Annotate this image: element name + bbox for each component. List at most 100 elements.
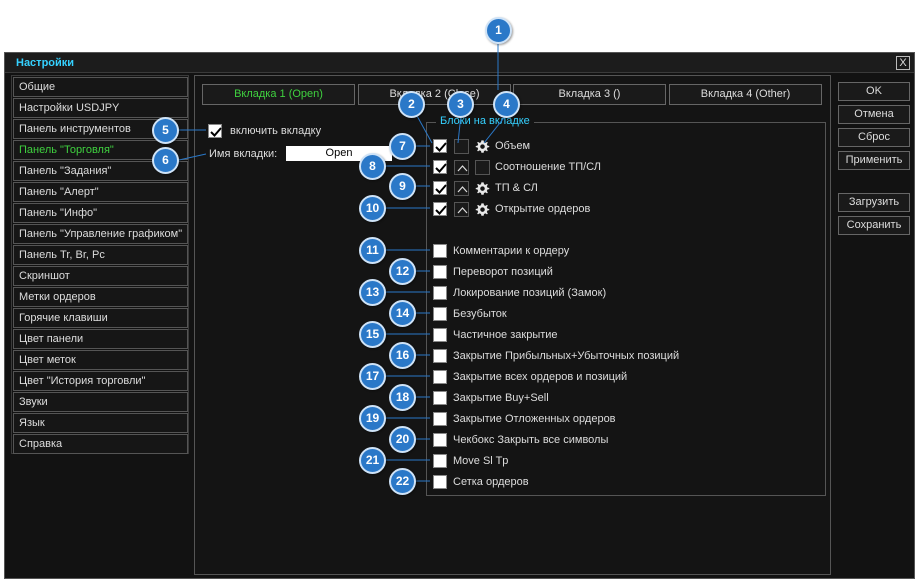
callout-7: 7 (389, 133, 416, 160)
tab-1[interactable]: Вкладка 1 (Open) (202, 84, 355, 105)
move-up-button-volume[interactable] (454, 139, 469, 154)
callout-8: 8 (359, 153, 386, 180)
block-checkbox-close-pending[interactable] (433, 412, 447, 426)
main-panel: Вкладка 1 (Open) Вкладка 2 (Close) Вклад… (194, 75, 831, 575)
move-up-button-tp-sl[interactable] (454, 181, 469, 196)
settings-window: Настройки X Общие Настройки USDJPY Панел… (4, 52, 915, 579)
block-label-close-all-symbols: Чекбокс Закрыть все символы (453, 434, 609, 446)
apply-button[interactable]: Применить (838, 151, 910, 170)
gear-icon[interactable] (475, 139, 490, 154)
block-checkbox-move-sl-tp[interactable] (433, 454, 447, 468)
menu-item-chart-control-panel[interactable]: Панель "Управление графиком" (13, 224, 188, 244)
cancel-button[interactable]: Отмена (838, 105, 910, 124)
menu-item-help[interactable]: Справка (13, 434, 188, 454)
chevron-up-icon (457, 207, 468, 214)
block-checkbox-order-comments[interactable] (433, 244, 447, 258)
callout-4: 4 (493, 91, 520, 118)
block-label-open-orders: Открытие ордеров (495, 203, 591, 215)
callout-19: 19 (359, 405, 386, 432)
callout-14: 14 (389, 300, 416, 327)
block-checkbox-volume[interactable] (433, 139, 447, 153)
menu-item-sounds[interactable]: Звуки (13, 392, 188, 412)
block-checkbox-open-orders[interactable] (433, 202, 447, 216)
block-label-partial-close: Частичное закрытие (453, 329, 558, 341)
block-label-move-sl-tp: Move Sl Tp (453, 455, 509, 467)
callout-22: 22 (389, 468, 416, 495)
move-up-button-tp-sl-ratio[interactable] (454, 160, 469, 175)
load-button[interactable]: Загрузить (838, 193, 910, 212)
chevron-up-icon (457, 165, 468, 172)
callout-21: 21 (359, 447, 386, 474)
block-label-lock-positions: Локирование позиций (Замок) (453, 287, 607, 299)
callout-10: 10 (359, 195, 386, 222)
menu-item-info-panel[interactable]: Панель "Инфо" (13, 203, 188, 223)
tab-name-label: Имя вкладки: (209, 148, 278, 160)
callout-15: 15 (359, 321, 386, 348)
menu-item-symbol-settings[interactable]: Настройки USDJPY (13, 98, 188, 118)
chevron-up-icon (457, 186, 468, 193)
menu-item-order-labels[interactable]: Метки ордеров (13, 287, 188, 307)
ok-button[interactable]: OK (838, 82, 910, 101)
title-bar: Настройки X (5, 53, 914, 73)
block-checkbox-close-all-symbols[interactable] (433, 433, 447, 447)
callout-1: 1 (485, 17, 512, 44)
check-icon (435, 184, 447, 194)
check-icon (435, 163, 447, 173)
block-checkbox-close-all[interactable] (433, 370, 447, 384)
tab-2[interactable]: Вкладка 2 (Close) (358, 84, 511, 105)
callout-17: 17 (359, 363, 386, 390)
menu-item-tr-br-pc-panel[interactable]: Панель Tr, Br, Pc (13, 245, 188, 265)
callout-13: 13 (359, 279, 386, 306)
menu-item-panel-color[interactable]: Цвет панели (13, 329, 188, 349)
close-button[interactable]: X (896, 56, 910, 70)
block-label-breakeven: Безубыток (453, 308, 507, 320)
block-checkbox-reverse-positions[interactable] (433, 265, 447, 279)
gear-icon[interactable] (475, 202, 490, 217)
block-label-tp-sl-ratio: Соотношение ТП/СЛ (495, 161, 601, 173)
gear-icon[interactable] (475, 181, 490, 196)
move-up-button-open-orders[interactable] (454, 202, 469, 217)
menu-item-history-color[interactable]: Цвет "История торговли" (13, 371, 188, 391)
block-label-close-buy-sell: Закрытие Buy+Sell (453, 392, 549, 404)
tab-3[interactable]: Вкладка 3 () (513, 84, 666, 105)
menu-item-screenshot[interactable]: Скриншот (13, 266, 188, 286)
block-checkbox-partial-close[interactable] (433, 328, 447, 342)
check-icon (435, 142, 447, 152)
block-label-reverse-positions: Переворот позиций (453, 266, 553, 278)
block-label-volume: Объем (495, 140, 531, 152)
callout-6: 6 (152, 147, 179, 174)
block-checkbox-lock-positions[interactable] (433, 286, 447, 300)
block-checkbox-order-grid[interactable] (433, 475, 447, 489)
block-label-tp-sl: ТП & СЛ (495, 182, 538, 194)
block-checkbox-breakeven[interactable] (433, 307, 447, 321)
block-label-order-grid: Сетка ордеров (453, 476, 529, 488)
block-checkbox-close-profit-loss[interactable] (433, 349, 447, 363)
callout-18: 18 (389, 384, 416, 411)
callout-3: 3 (447, 91, 474, 118)
tab-4[interactable]: Вкладка 4 (Other) (669, 84, 822, 105)
menu-item-label-color[interactable]: Цвет меток (13, 350, 188, 370)
menu-item-alert-panel[interactable]: Панель "Алерт" (13, 182, 188, 202)
menu-item-general[interactable]: Общие (13, 77, 188, 97)
block-label-order-comments: Комментарии к ордеру (453, 245, 570, 257)
menu-item-language[interactable]: Язык (13, 413, 188, 433)
callout-20: 20 (389, 426, 416, 453)
block-checkbox-tp-sl[interactable] (433, 181, 447, 195)
menu-item-hotkeys[interactable]: Горячие клавиши (13, 308, 188, 328)
save-button[interactable]: Сохранить (838, 216, 910, 235)
enable-tab-checkbox[interactable] (208, 124, 222, 138)
callout-9: 9 (389, 173, 416, 200)
settings-placeholder-tp-sl-ratio (475, 160, 490, 175)
callout-16: 16 (389, 342, 416, 369)
block-label-close-profit-loss: Закрытие Прибыльных+Убыточных позиций (453, 350, 680, 362)
reset-button[interactable]: Сброс (838, 128, 910, 147)
block-label-close-pending: Закрытие Отложенных ордеров (453, 413, 616, 425)
enable-tab-label: включить вкладку (230, 125, 322, 137)
block-checkbox-close-buy-sell[interactable] (433, 391, 447, 405)
callout-5: 5 (152, 117, 179, 144)
block-label-close-all: Закрытие всех ордеров и позиций (453, 371, 628, 383)
callout-11: 11 (359, 237, 386, 264)
window-title: Настройки (16, 57, 75, 69)
check-icon (210, 127, 222, 137)
block-checkbox-tp-sl-ratio[interactable] (433, 160, 447, 174)
